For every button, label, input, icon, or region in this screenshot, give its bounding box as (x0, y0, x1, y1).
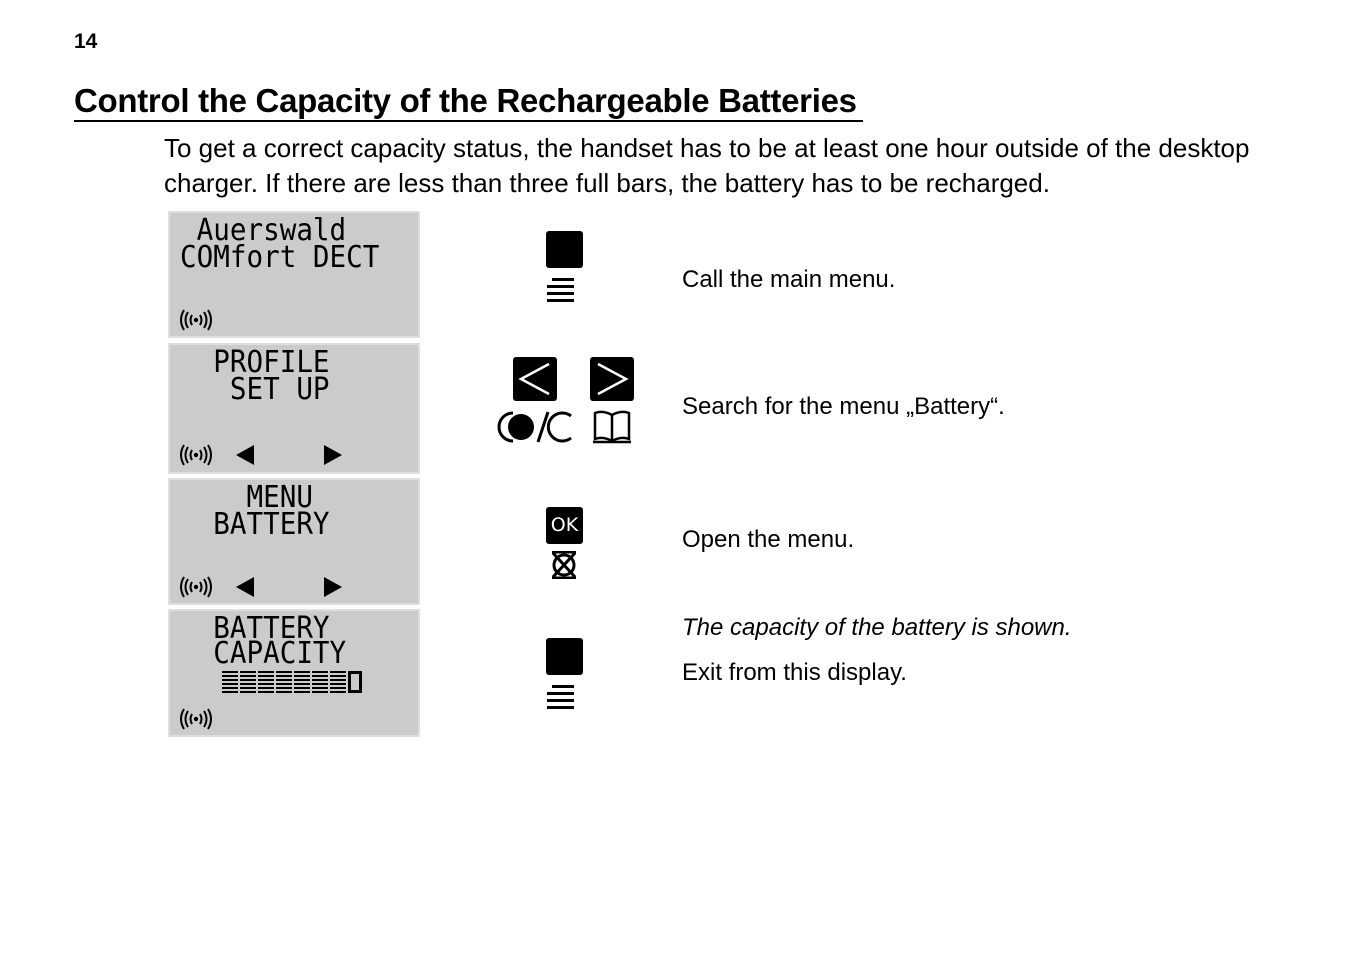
battery-bar-empty (348, 671, 362, 693)
battery-bar-full (276, 671, 292, 693)
intro-paragraph: To get a correct capacity status, the ha… (164, 133, 1250, 198)
mute-clear-icon (497, 411, 572, 443)
battery-capacity-bar (222, 671, 362, 693)
arrow-left-icon (236, 445, 254, 465)
signal-icon (180, 444, 212, 466)
battery-bar-full (240, 671, 256, 693)
lcd-line: COMfort DECT (180, 240, 380, 275)
step-text: Exit from this display. (682, 659, 907, 686)
section-heading: Control the Capacity of the Rechargeable… (74, 82, 863, 122)
ok-key[interactable]: OK (546, 507, 583, 544)
arrow-right-icon (324, 445, 342, 465)
menu-key[interactable] (546, 231, 583, 268)
lcd-screen-2: PROFILE SET UP (168, 343, 420, 474)
lcd-line: CAPACITY (180, 636, 347, 671)
battery-bar-full (312, 671, 328, 693)
lcd-screen-4: BATTERY CAPACITY (168, 609, 420, 737)
step-text: Search for the menu „Battery“. (682, 393, 1005, 420)
menu-lines-icon (547, 685, 574, 709)
battery-bar-full (258, 671, 274, 693)
battery-bar-full (222, 671, 238, 693)
arrow-right-icon (324, 577, 342, 597)
signal-icon (180, 708, 212, 730)
lcd-line: BATTERY (180, 507, 330, 542)
page-number: 14 (74, 30, 98, 53)
step-text: Call the main menu. (682, 266, 896, 293)
lcd-screen-1: Auerswald COMfort DECT (168, 211, 420, 338)
signal-icon (180, 309, 212, 331)
lcd-screen-3: MENU BATTERY (168, 478, 420, 605)
phonebook-icon (593, 410, 631, 444)
battery-bar-full (330, 671, 346, 693)
arrow-left-icon (236, 577, 254, 597)
right-key[interactable] (590, 357, 634, 401)
chevron-left-icon (518, 362, 550, 396)
signal-icon (180, 576, 212, 598)
lcd-line: SET UP (180, 372, 330, 407)
battery-bar-full (294, 671, 310, 693)
menu-key[interactable] (546, 638, 583, 675)
ok-key-label: OK (550, 514, 579, 536)
step-text: Open the menu. (682, 526, 855, 553)
left-key[interactable] (513, 357, 557, 401)
step-note: The capacity of the battery is shown. (682, 614, 1072, 641)
ok-symbol-icon (551, 551, 577, 579)
chevron-right-icon (597, 362, 629, 396)
menu-lines-icon (547, 278, 574, 302)
